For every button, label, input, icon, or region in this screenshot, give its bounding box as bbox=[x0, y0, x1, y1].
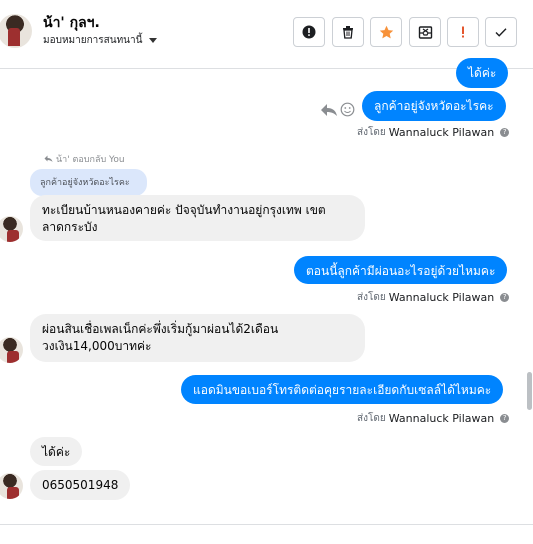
scrollbar-thumb[interactable] bbox=[527, 372, 532, 410]
reply-context-label: น้า' ตอบกลับ You bbox=[44, 152, 125, 166]
outgoing-message[interactable]: ได้ค่ะ bbox=[456, 58, 509, 88]
incoming-message[interactable]: 0650501948 bbox=[30, 470, 131, 500]
star-icon bbox=[379, 25, 393, 38]
contact-avatar[interactable] bbox=[0, 473, 23, 499]
alert-circle-button[interactable] bbox=[293, 17, 325, 47]
contact-avatar[interactable] bbox=[0, 337, 23, 363]
incoming-message[interactable]: ผ่อนสินเชื่อเพลเน็กค่ะพึ่งเริ่มกู้มาผ่อน… bbox=[30, 314, 365, 362]
message-text: ได้ค่ะ bbox=[468, 66, 497, 80]
conversation-header: น้า' กุลฯ. มอบหมายการสนทนานี้ bbox=[0, 0, 533, 69]
contact-avatar[interactable] bbox=[0, 216, 23, 242]
sent-by-prefix: ส่งโดย bbox=[357, 413, 386, 424]
reply-small-icon bbox=[44, 155, 53, 162]
message-text-line: ผ่อนสินเชื่อเพลเน็กค่ะพึ่งเริ่มกู้มาผ่อน… bbox=[42, 322, 279, 336]
message-text: ลูกค้าอยู่จังหวัดอะไรคะ bbox=[374, 99, 494, 113]
reply-arrow-icon[interactable] bbox=[320, 103, 338, 117]
outgoing-message[interactable]: ลูกค้าอยู่จังหวัดอะไรคะ bbox=[362, 91, 506, 121]
exclamation-icon bbox=[462, 26, 464, 38]
sent-by-name: Wannaluck Pilawan bbox=[388, 412, 495, 425]
message-text: ตอนนี้ลูกค้ามีผ่อนอะไรอยู่ด้วยไหมคะ bbox=[306, 264, 496, 278]
assign-label: มอบหมายการสนทนานี้ bbox=[43, 35, 143, 46]
help-icon[interactable]: ? bbox=[500, 414, 510, 423]
emoji-react-icon[interactable] bbox=[340, 102, 355, 117]
envelope-x-icon bbox=[418, 25, 432, 39]
help-icon[interactable]: ? bbox=[500, 128, 510, 137]
message-text: แอดมินขอเบอร์โทรติดต่อคุยรายละเอียดกับเซ… bbox=[193, 383, 492, 397]
spam-button[interactable] bbox=[447, 17, 479, 47]
incoming-message[interactable]: ทะเบียนบ้านหนองคายค่ะ ปัจจุบันทำงานอยู่ก… bbox=[30, 195, 365, 241]
message-text-line: วงเงิน14,000บาทค่ะ bbox=[42, 339, 152, 353]
archive-button[interactable] bbox=[409, 17, 441, 47]
sent-by-label: ส่งโดย Wannaluck Pilawan ? bbox=[357, 290, 510, 305]
composer-area[interactable] bbox=[0, 524, 533, 544]
sent-by-label: ส่งโดย Wannaluck Pilawan ? bbox=[357, 125, 510, 140]
done-button[interactable] bbox=[485, 17, 517, 47]
message-text: 0650501948 bbox=[42, 478, 119, 492]
sent-by-prefix: ส่งโดย bbox=[357, 127, 386, 138]
outgoing-message[interactable]: ตอนนี้ลูกค้ามีผ่อนอะไรอยู่ด้วยไหมคะ bbox=[294, 256, 508, 284]
assign-conversation-dropdown[interactable]: มอบหมายการสนทนานี้ bbox=[43, 33, 158, 48]
star-button[interactable] bbox=[370, 17, 402, 47]
message-text-line: ทะเบียนบ้านหนองคายค่ะ ปัจจุบันทำงานอยู่ก… bbox=[42, 203, 326, 217]
help-icon[interactable]: ? bbox=[500, 293, 510, 302]
outgoing-message[interactable]: แอดมินขอเบอร์โทรติดต่อคุยรายละเอียดกับเซ… bbox=[181, 375, 504, 404]
contact-name[interactable]: น้า' กุลฯ. bbox=[43, 12, 100, 34]
message-text: ได้ค่ะ bbox=[42, 445, 71, 459]
sent-by-prefix: ส่งโดย bbox=[357, 292, 386, 303]
quoted-message[interactable]: ลูกค้าอยู่จังหวัดอะไรคะ bbox=[30, 169, 147, 196]
contact-avatar[interactable] bbox=[0, 14, 32, 48]
scroll-fade bbox=[0, 512, 533, 524]
reply-label-text: น้า' ตอบกลับ You bbox=[56, 155, 125, 165]
message-text-line: ลาดกระบัง bbox=[42, 220, 98, 234]
incoming-message[interactable]: ได้ค่ะ bbox=[30, 437, 83, 466]
quoted-text: ลูกค้าอยู่จังหวัดอะไรคะ bbox=[40, 178, 130, 188]
sent-by-name: Wannaluck Pilawan bbox=[388, 126, 495, 139]
trash-icon bbox=[343, 26, 353, 39]
delete-button[interactable] bbox=[332, 17, 364, 47]
caret-down-icon bbox=[149, 38, 158, 43]
sent-by-label: ส่งโดย Wannaluck Pilawan ? bbox=[357, 411, 510, 426]
check-icon bbox=[495, 28, 507, 37]
exclamation-circle-icon bbox=[302, 25, 316, 39]
sent-by-name: Wannaluck Pilawan bbox=[388, 291, 495, 304]
